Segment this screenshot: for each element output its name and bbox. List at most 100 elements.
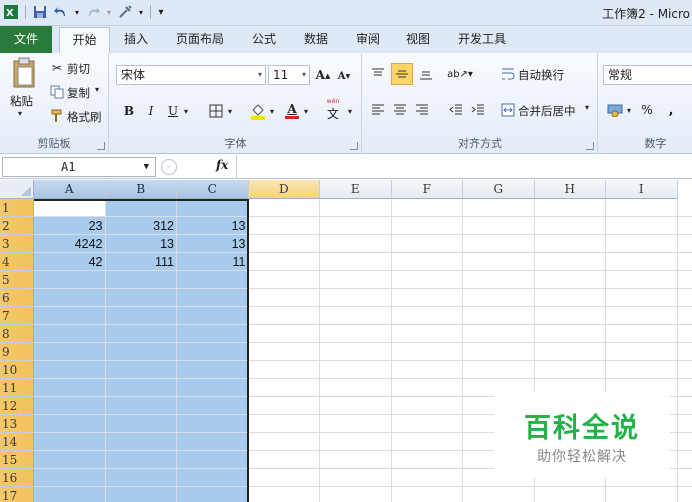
copy-button[interactable]: 复制 [67,85,90,101]
tab-developer[interactable]: 开发工具 [450,27,514,53]
percent-button[interactable]: % [639,101,655,119]
row-header-12[interactable]: 12 [0,397,34,415]
number-format-combo[interactable]: 常规 [603,65,692,85]
select-all-button[interactable] [0,180,34,199]
phonetic-dropdown-icon[interactable]: ▾ [346,101,354,121]
merge-dropdown-icon[interactable]: ▾ [585,103,589,112]
accounting-dropdown-icon[interactable]: ▾ [625,101,633,119]
accounting-format-icon[interactable] [605,101,625,119]
tab-formulas[interactable]: 公式 [244,27,284,53]
formula-bar: A1 ▼ – fx [0,155,692,179]
font-size-combo[interactable]: 11 ▾ [268,65,310,85]
copy-icon[interactable] [50,85,64,99]
underline-dropdown-icon[interactable]: ▾ [182,101,190,121]
tab-home[interactable]: 开始 [59,27,110,54]
tab-page-layout[interactable]: 页面布局 [168,27,232,53]
customize-dropdown-icon[interactable]: ▾ [137,3,145,21]
tab-view[interactable]: 视图 [398,27,438,53]
row-header-16[interactable]: 16 [0,469,34,487]
format-painter-icon[interactable] [50,109,64,123]
phonetic-icon[interactable]: wén 文 [322,98,344,121]
column-header-c[interactable]: C [177,180,249,199]
underline-button[interactable]: U [164,101,182,121]
redo-dropdown-icon[interactable]: ▾ [105,3,113,21]
cut-button[interactable]: 剪切 [67,61,90,77]
name-box-dropdown-icon[interactable]: ▼ [144,158,149,176]
fill-color-icon[interactable] [248,101,268,121]
font-name-combo[interactable]: 宋体 ▾ [116,65,266,85]
redo-icon[interactable] [84,3,102,21]
font-color-icon[interactable]: A [282,99,302,121]
row-header-7[interactable]: 7 [0,307,34,325]
align-middle-icon[interactable] [391,63,413,85]
paste-button[interactable]: 粘贴 [10,93,33,109]
cancel-entry-icon[interactable]: – [161,159,177,175]
decrease-font-icon[interactable]: A ▼ [336,67,352,85]
font-size-dropdown-icon[interactable]: ▾ [302,66,306,84]
row-header-6[interactable]: 6 [0,289,34,307]
font-name-dropdown-icon[interactable]: ▾ [258,66,262,84]
clipboard-dialog-launcher-icon[interactable] [97,142,105,150]
column-header-b[interactable]: B [105,180,177,199]
column-header-i[interactable]: I [606,180,678,199]
align-top-icon[interactable] [369,65,387,83]
comma-button[interactable]: , [665,101,677,119]
row-header-2[interactable]: 2 [0,217,34,235]
row-header-15[interactable]: 15 [0,451,34,469]
merge-center-icon[interactable] [500,101,516,119]
tab-file[interactable]: 文件 [0,26,52,53]
row-header-9[interactable]: 9 [0,343,34,361]
align-bottom-icon[interactable] [417,65,435,83]
tools-icon[interactable] [116,3,134,21]
row-header-10[interactable]: 10 [0,361,34,379]
decrease-indent-icon[interactable] [447,101,465,119]
row-header-5[interactable]: 5 [0,271,34,289]
orientation-icon[interactable]: ab↗▾ [447,65,473,83]
column-header-g[interactable]: G [463,180,535,199]
tab-review[interactable]: 审阅 [348,27,388,53]
undo-dropdown-icon[interactable]: ▾ [73,3,81,21]
row-header-4[interactable]: 4 [0,253,34,271]
tab-insert[interactable]: 插入 [116,27,156,53]
tab-data[interactable]: 数据 [296,27,336,53]
name-box[interactable]: A1 ▼ [2,157,156,177]
column-header-e[interactable]: E [320,180,392,199]
italic-button[interactable]: I [142,101,160,121]
wrap-text-icon[interactable] [500,65,516,83]
border-icon[interactable] [206,101,226,121]
border-dropdown-icon[interactable]: ▾ [226,101,234,121]
row-header-17[interactable]: 17 [0,487,34,502]
undo-icon[interactable] [52,3,70,21]
row-header-14[interactable]: 14 [0,433,34,451]
align-right-icon[interactable] [413,101,431,119]
bold-button[interactable]: B [120,101,138,121]
copy-dropdown-icon[interactable]: ▾ [95,85,99,94]
column-header-h[interactable]: H [534,180,606,199]
row-header-13[interactable]: 13 [0,415,34,433]
row-header-8[interactable]: 8 [0,325,34,343]
insert-function-button[interactable]: fx [216,158,228,172]
save-icon[interactable] [31,3,49,21]
align-center-icon[interactable] [391,101,409,119]
column-header-f[interactable]: F [391,180,463,199]
merge-center-button[interactable]: 合并后居中 [518,103,576,119]
format-painter-button[interactable]: 格式刷 [67,109,102,125]
row-header-11[interactable]: 11 [0,379,34,397]
paste-icon[interactable] [6,57,42,89]
font-dialog-launcher-icon[interactable] [350,142,358,150]
row-header-3[interactable]: 3 [0,235,34,253]
align-left-icon[interactable] [369,101,387,119]
increase-font-icon[interactable]: A ▲ [314,65,332,85]
column-header-a[interactable]: A [34,180,106,199]
customize-qat-icon[interactable]: ▾ [156,3,166,21]
column-header-d[interactable]: D [248,180,320,199]
scissors-icon[interactable]: ✂ [50,61,64,75]
fill-color-dropdown-icon[interactable]: ▾ [268,101,276,121]
increase-indent-icon[interactable] [469,101,487,119]
font-color-dropdown-icon[interactable]: ▾ [302,101,310,121]
row-header-1[interactable]: 1 [0,199,34,217]
wrap-text-button[interactable]: 自动换行 [518,67,564,83]
alignment-dialog-launcher-icon[interactable] [586,142,594,150]
paste-dropdown-icon[interactable]: ▾ [18,109,22,118]
excel-logo-icon[interactable]: X [2,3,20,21]
